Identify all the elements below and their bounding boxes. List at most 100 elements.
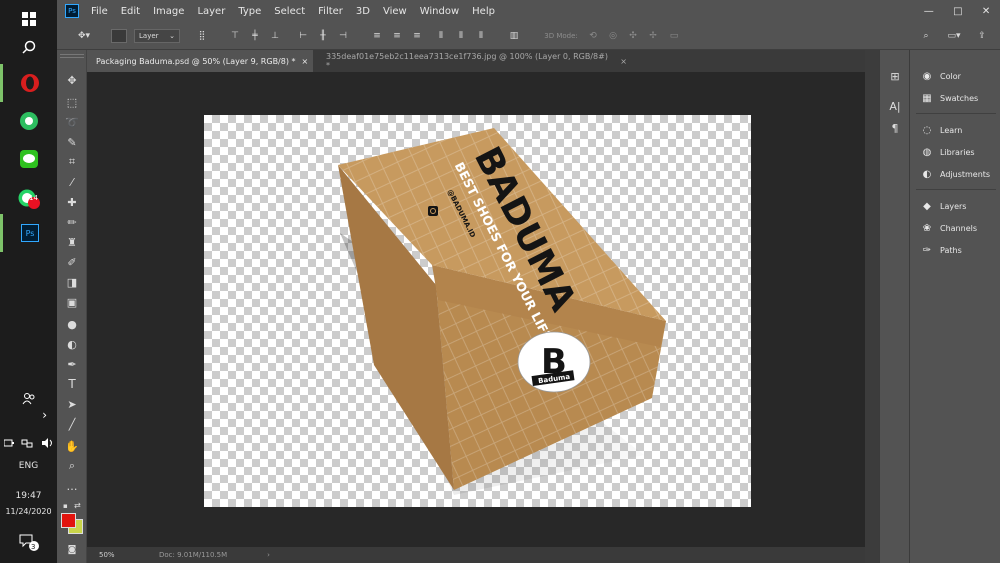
move-tool-preset-icon[interactable]: ✥▾ [71,29,97,43]
search-icon[interactable]: ⌕ [919,29,933,43]
line-tool-icon[interactable]: ╱ [64,416,80,432]
canvas[interactable]: BADUMA BEST SHOES FOR YOUR LIFESTYLE @BA… [204,115,751,507]
dodge-tool-icon[interactable]: ◐ [64,336,80,352]
pen-tool-icon[interactable]: ✒ [64,356,80,372]
panel-adjustments[interactable]: ◐ Adjustments [920,167,990,181]
tab-close-icon[interactable]: × [620,57,627,66]
panel-swatches[interactable]: ▦ Swatches [920,91,978,105]
crop-tool-icon[interactable]: ⌗ [64,154,80,170]
align-top-icon[interactable]: ⊤ [229,29,241,43]
volume-icon[interactable] [41,438,53,448]
menu-view[interactable]: View [383,6,407,17]
path-select-tool-icon[interactable]: ➤ [64,396,80,412]
distribute-right-icon[interactable]: ⦀ [475,29,487,43]
panel-layers[interactable]: ◆ Layers [920,199,966,213]
menu-layer[interactable]: Layer [197,6,225,17]
zoom-level[interactable]: 50% [99,551,139,559]
default-colors-icon[interactable]: ▪ [63,502,71,510]
distribute-vcenter-icon[interactable]: ≡ [391,29,403,43]
3d-slide-icon[interactable]: ✢ [647,29,659,43]
distribute-hcenter-icon[interactable]: ⦀ [455,29,467,43]
clock-date[interactable]: 11/24/2020 [0,507,57,516]
share-icon[interactable]: ⇪ [975,29,989,43]
search-button[interactable] [0,28,57,66]
history-panel-icon[interactable]: ⊞ [888,70,902,84]
align-right-icon[interactable]: ⊣ [337,29,349,43]
menu-image[interactable]: Image [153,6,184,17]
language-indicator[interactable]: ENG [0,461,57,471]
hand-tool-icon[interactable]: ✋ [64,438,80,454]
panel-paths[interactable]: ✑ Paths [920,243,962,257]
align-hcenter-icon[interactable]: ╫ [317,29,329,43]
auto-select-checkbox[interactable] [111,29,127,43]
lasso-tool-icon[interactable]: ➰ [64,114,80,130]
paragraph-panel-icon[interactable]: ¶ [888,122,902,136]
foreground-color-swatch[interactable] [61,513,76,528]
panel-channels[interactable]: ❀ Channels [920,221,977,235]
brush-tool-icon[interactable]: ✏ [64,214,80,230]
auto-align-icon[interactable]: ▥ [507,29,521,43]
eyedropper-tool-icon[interactable]: ⁄ [64,174,80,190]
battery-icon[interactable] [3,439,14,447]
quick-mask-icon[interactable]: ◙ [64,542,80,558]
minimize-button[interactable]: — [924,6,934,17]
auto-select-dropdown[interactable]: Layer ⌄ [134,29,180,43]
eraser-tool-icon[interactable]: ◨ [64,274,80,290]
distribute-bottom-icon[interactable]: ≡ [411,29,423,43]
type-tool-icon[interactable]: T [64,376,80,392]
network-icon[interactable] [21,438,33,448]
stamp-tool-icon[interactable]: ♜ [64,234,80,250]
3d-camera-icon[interactable]: ▭ [667,29,681,43]
menu-3d[interactable]: 3D [356,6,370,17]
tab-packaging-baduma[interactable]: Packaging Baduma.psd @ 50% (Layer 9, RGB… [87,50,313,72]
panel-learn[interactable]: ◌ Learn [920,123,963,137]
zoom-tool-icon[interactable]: ⌕ [64,458,80,474]
healing-tool-icon[interactable]: ✚ [64,194,80,210]
character-panel-icon[interactable]: A| [888,100,902,114]
panel-color[interactable]: ◉ Color [920,69,961,83]
align-vcenter-icon[interactable]: ╪ [249,29,261,43]
menu-window[interactable]: Window [420,6,459,17]
more-tools-icon[interactable]: … [64,478,80,494]
status-menu-arrow[interactable]: › [267,551,270,559]
panel-libraries[interactable]: ◍ Libraries [920,145,975,159]
tab-close-icon[interactable]: × [302,57,309,66]
3d-roll-icon[interactable]: ◎ [607,29,619,43]
swap-colors-icon[interactable]: ⇄ [74,501,81,510]
menu-file[interactable]: File [91,6,108,17]
whatsapp-app[interactable]: 14 [0,180,57,218]
menu-filter[interactable]: Filter [318,6,343,17]
distribute-left-icon[interactable]: ⦀ [435,29,447,43]
photoshop-app[interactable]: Ps [0,214,57,252]
blur-tool-icon[interactable]: ● [64,316,80,332]
maximize-button[interactable]: □ [953,6,962,17]
gradient-tool-icon[interactable]: ▣ [64,294,80,310]
transform-controls-icon[interactable]: ⣿ [195,29,209,43]
menu-edit[interactable]: Edit [121,6,140,17]
distribute-top-icon[interactable]: ≡ [371,29,383,43]
close-button[interactable]: ✕ [982,6,990,17]
marquee-tool-icon[interactable]: ⬚ [64,94,80,110]
menu-type[interactable]: Type [238,6,261,17]
show-hidden-icons-button[interactable]: › [0,405,57,425]
vertical-scrollbar[interactable] [865,50,879,563]
panel-grip[interactable] [60,54,84,58]
menu-help[interactable]: Help [472,6,495,17]
menu-select[interactable]: Select [274,6,305,17]
clock-time[interactable]: 19:47 [0,491,57,501]
3d-pan-icon[interactable]: ✣ [627,29,639,43]
system-tray [0,435,57,451]
evernote-app[interactable] [0,102,57,140]
line-app[interactable] [0,140,57,178]
move-tool-icon[interactable]: ✥ [64,72,80,88]
3d-orbit-icon[interactable]: ⟲ [587,29,599,43]
align-bottom-icon[interactable]: ⊥ [269,29,281,43]
align-left-icon[interactable]: ⊢ [297,29,309,43]
workspace-icon[interactable]: ▭▾ [943,29,965,43]
history-brush-tool-icon[interactable]: ✐ [64,254,80,270]
photoshop-logo: Ps [65,4,79,18]
quick-select-tool-icon[interactable]: ✎ [64,134,80,150]
action-center-button[interactable]: 3 [0,527,57,557]
tab-jpg-image[interactable]: 335deaf01e75eb2c11eea7313ce1f736.jpg @ 1… [317,50,627,72]
opera-app[interactable] [0,64,57,102]
